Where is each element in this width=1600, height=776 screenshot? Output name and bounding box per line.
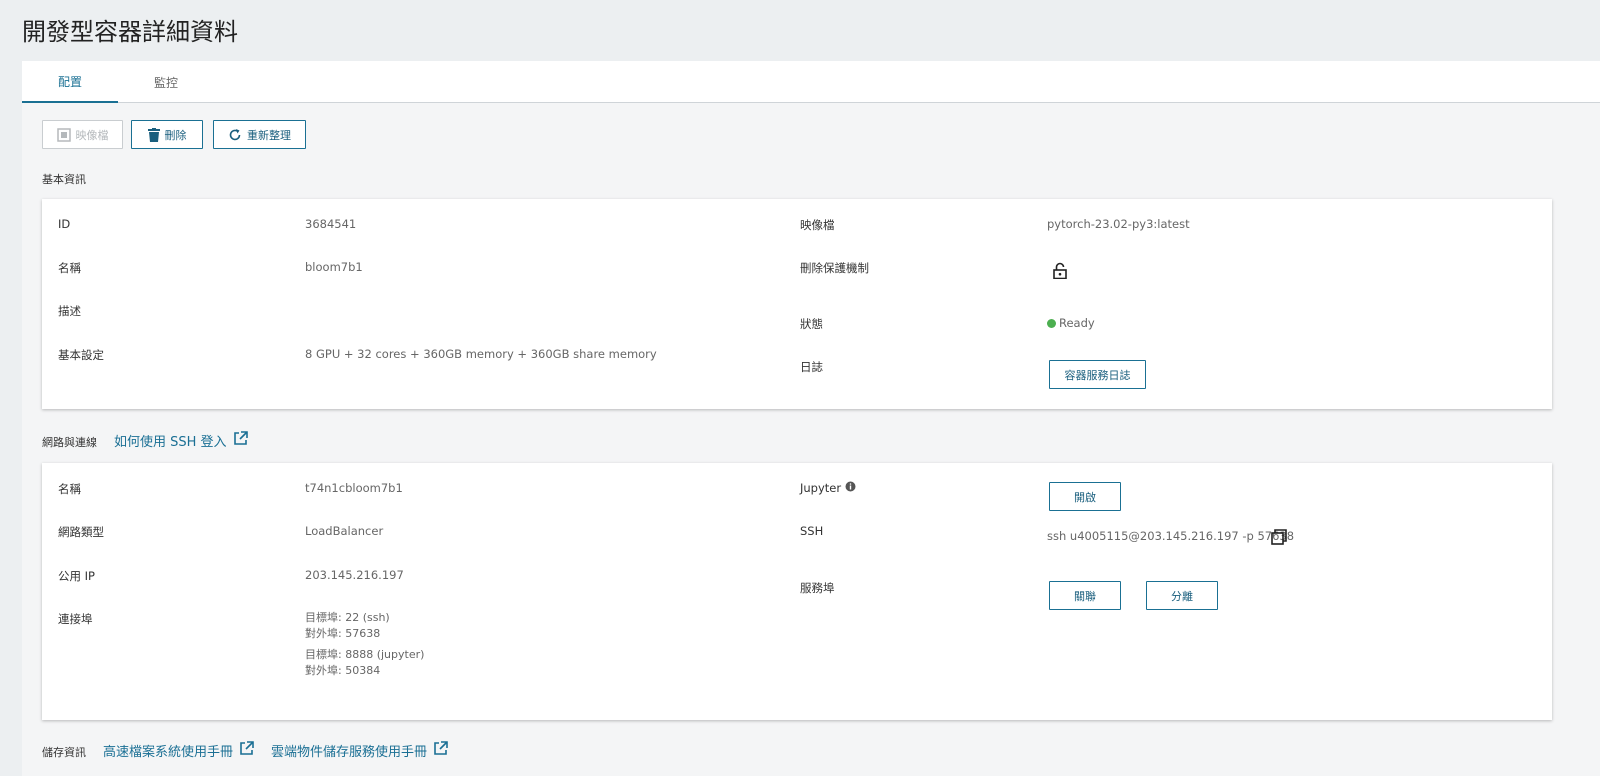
port-external: 對外埠: 50384 — [305, 664, 381, 677]
image-button[interactable]: 映像檔 — [42, 120, 123, 149]
refresh-button-label: 重新整理 — [247, 128, 291, 142]
status-value-wrap: Ready — [1047, 316, 1095, 330]
delete-protect-label: 刪除保護機制 — [800, 261, 869, 275]
service-log-button[interactable]: 容器服務日誌 — [1049, 360, 1146, 389]
image-button-label: 映像檔 — [75, 128, 109, 142]
image-value: pytorch-23.02-py3:latest — [1047, 217, 1190, 231]
status-label: 狀態 — [800, 317, 823, 331]
network-card: 名稱 t74n1cbloom7b1 網路類型 LoadBalancer 公用 I… — [42, 463, 1552, 720]
port-entry: 目標埠: 22 (ssh) 對外埠: 57638 — [305, 610, 390, 642]
tab-bar: 配置 監控 — [22, 61, 1600, 103]
ssh-help-link-label: 如何使用 SSH 登入 — [114, 435, 227, 450]
status-value: Ready — [1059, 316, 1095, 330]
cos-manual-link-label: 雲端物件儲存服務使用手冊 — [271, 745, 428, 760]
external-link-icon — [239, 741, 254, 760]
port-entry: 目標埠: 8888 (jupyter) 對外埠: 50384 — [305, 647, 424, 679]
service-port-label: 服務埠 — [800, 581, 835, 595]
detach-button[interactable]: 分離 — [1146, 581, 1218, 610]
trash-icon — [147, 127, 160, 142]
ssh-help-link[interactable]: 如何使用 SSH 登入 — [114, 431, 248, 450]
jupyter-label-wrap: Jupyter — [800, 481, 856, 495]
cos-manual-link[interactable]: 雲端物件儲存服務使用手冊 — [271, 741, 448, 760]
network-type-value: LoadBalancer — [305, 524, 384, 538]
basic-info-card: ID 3684541 名稱 bloom7b1 描述 基本設定 8 GPU + 3… — [42, 199, 1552, 409]
detail-panel: 配置 監控 映像檔 刪除 重新整理 基本資訊 ID 3684541 名稱 blo… — [22, 61, 1600, 776]
image-label: 映像檔 — [800, 218, 835, 232]
info-icon[interactable] — [845, 481, 856, 495]
tab-monitor[interactable]: 監控 — [118, 61, 214, 103]
unlock-icon[interactable] — [1053, 262, 1067, 282]
snapshot-icon — [56, 127, 71, 142]
ssh-command: ssh u4005115@203.145.216.197 -p 57638 — [1047, 529, 1295, 543]
spec-label: 基本設定 — [58, 348, 104, 362]
tab-config[interactable]: 配置 — [22, 61, 118, 103]
port-external: 對外埠: 57638 — [305, 627, 381, 640]
basic-info-title: 基本資訊 — [42, 173, 86, 186]
id-label: ID — [58, 217, 71, 231]
jupyter-open-button[interactable]: 開啟 — [1049, 482, 1121, 511]
copy-icon[interactable] — [1271, 529, 1287, 548]
description-label: 描述 — [58, 304, 81, 318]
refresh-icon — [228, 128, 242, 142]
jupyter-label: Jupyter — [800, 481, 842, 495]
network-title: 網路與連線 — [42, 436, 97, 449]
name-value: bloom7b1 — [305, 260, 363, 274]
public-ip-label: 公用 IP — [58, 569, 95, 583]
network-type-label: 網路類型 — [58, 525, 104, 539]
page-title: 開發型容器詳細資料 — [22, 18, 238, 46]
name-label: 名稱 — [58, 261, 81, 275]
storage-title: 儲存資訊 — [42, 746, 86, 759]
network-name-value: t74n1cbloom7b1 — [305, 481, 403, 495]
hfs-manual-link-label: 高速檔案系統使用手冊 — [103, 745, 234, 760]
status-dot — [1047, 319, 1056, 328]
external-link-icon — [233, 431, 248, 450]
ports-label: 連接埠 — [58, 612, 93, 626]
associate-button[interactable]: 關聯 — [1049, 581, 1121, 610]
spec-value: 8 GPU + 32 cores + 360GB memory + 360GB … — [305, 347, 657, 361]
delete-button-label: 刪除 — [164, 128, 187, 142]
delete-button[interactable]: 刪除 — [131, 120, 203, 149]
port-target: 目標埠: 22 (ssh) — [305, 611, 390, 624]
external-link-icon — [433, 741, 448, 760]
log-label: 日誌 — [800, 360, 823, 374]
refresh-button[interactable]: 重新整理 — [213, 120, 306, 149]
public-ip-value: 203.145.216.197 — [305, 568, 404, 582]
hfs-manual-link[interactable]: 高速檔案系統使用手冊 — [103, 741, 254, 760]
port-target: 目標埠: 8888 (jupyter) — [305, 648, 425, 661]
network-name-label: 名稱 — [58, 482, 81, 496]
ssh-label: SSH — [800, 524, 824, 538]
id-value: 3684541 — [305, 217, 357, 231]
